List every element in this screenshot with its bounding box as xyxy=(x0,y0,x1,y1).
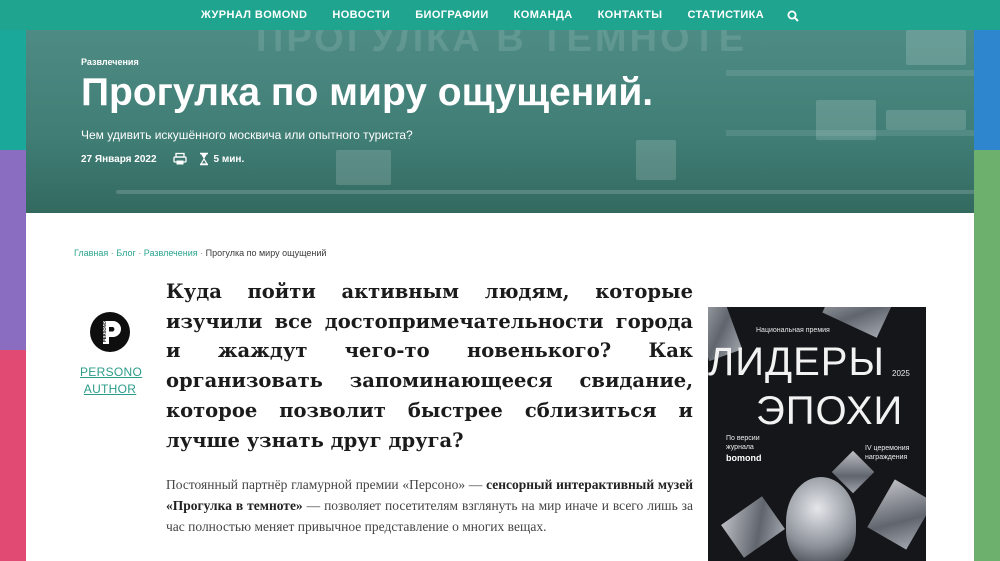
breadcrumb-blog[interactable]: Блог xyxy=(116,248,135,258)
ad-ceremony-label: IV церемония награждения xyxy=(865,445,910,461)
hero-subtitle: Чем удивить искушённого москвича или опы… xyxy=(81,128,413,142)
ad-title-line1: ЛИДЕРЫ xyxy=(708,340,885,384)
read-time: 5 мин. xyxy=(213,153,245,165)
ad-award-label: Национальная премия xyxy=(756,327,830,334)
ad-brand-logo: bomond xyxy=(726,453,762,463)
breadcrumb-current: Прогулка по миру ощущений xyxy=(205,248,327,258)
nav-team[interactable]: КОМАНДА xyxy=(514,9,573,21)
nav-biographies[interactable]: БИОГРАФИИ xyxy=(415,9,488,21)
breadcrumb: Главная · Блог · Развлечения · Прогулка … xyxy=(74,248,327,258)
nav-statistics[interactable]: СТАТИСТИКА xyxy=(687,9,764,21)
hourglass-icon xyxy=(197,152,211,166)
top-nav: ЖУРНАЛ BOMOND НОВОСТИ БИОГРАФИИ КОМАНДА … xyxy=(0,0,1000,30)
hero-category[interactable]: Развлечения xyxy=(81,57,139,67)
ad-version-label: По версии журнала xyxy=(726,435,760,451)
svg-text:PERSONO: PERSONO xyxy=(102,320,107,342)
page-title: Прогулка по миру ощущений. xyxy=(81,71,654,114)
nav-contacts[interactable]: КОНТАКТЫ xyxy=(598,9,663,21)
ad-sculpture-image xyxy=(786,477,856,561)
breadcrumb-home[interactable]: Главная xyxy=(74,248,108,258)
left-decor-stripe xyxy=(0,0,26,561)
hero-banner: ПРОГУЛКА В ТЕМНОТЕ Развлечения Прогулка … xyxy=(26,30,974,213)
right-decor-stripe xyxy=(974,0,1000,561)
ad-year: 2025 xyxy=(892,369,910,378)
author-name[interactable]: PERSONO AUTHOR xyxy=(80,364,142,398)
article-body: Постоянный партнёр гламурной премии «Пер… xyxy=(166,477,694,534)
ad-title-line2: ЭПОХИ xyxy=(756,389,904,433)
breadcrumb-category[interactable]: Развлечения xyxy=(144,248,198,258)
author-block: PERSONO PERSONO AUTHOR xyxy=(80,312,142,398)
print-icon[interactable] xyxy=(172,152,187,166)
nav-news[interactable]: НОВОСТИ xyxy=(332,9,390,21)
award-ad-banner[interactable]: Национальная премия ЛИДЕРЫ 2025 ЭПОХИ По… xyxy=(708,307,926,561)
hero-meta: 27 Января 2022 5 мин. xyxy=(81,152,244,166)
search-icon[interactable] xyxy=(787,9,799,22)
author-avatar[interactable]: PERSONO xyxy=(90,312,130,352)
hero-background-image: ПРОГУЛКА В ТЕМНОТЕ xyxy=(256,30,748,60)
nav-journal[interactable]: ЖУРНАЛ BOMOND xyxy=(201,9,308,21)
publish-date: 27 Января 2022 xyxy=(81,153,157,165)
article-lead: Куда пойти активным людям, которые изучи… xyxy=(166,280,693,452)
